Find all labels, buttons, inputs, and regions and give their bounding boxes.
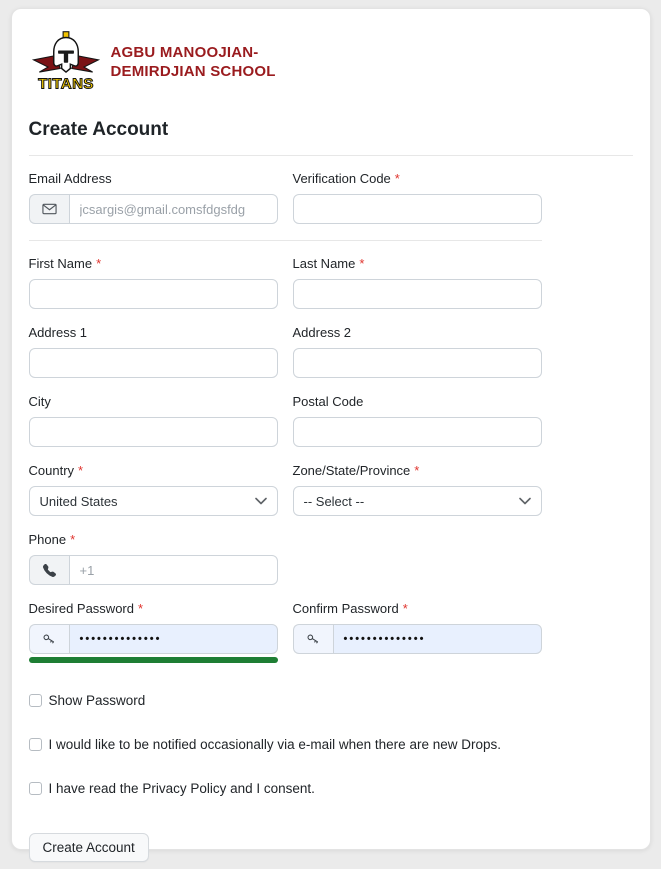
chevron-down-icon bbox=[255, 497, 267, 505]
last-name-field: Last Name* bbox=[293, 256, 542, 309]
first-name-input[interactable] bbox=[29, 279, 278, 309]
privacy-row: I have read the Privacy Policy and I con… bbox=[29, 781, 542, 797]
desired-password-input[interactable]: •••••••••••••• bbox=[69, 624, 278, 654]
country-label: Country* bbox=[29, 463, 278, 478]
address2-label: Address 2 bbox=[293, 325, 542, 340]
create-account-card: TITANS AGBU MANOOJIAN- DEMIRDJIAN SCHOOL… bbox=[11, 8, 651, 850]
notify-label: I would like to be notified occasionally… bbox=[49, 737, 501, 753]
page-title: Create Account bbox=[29, 119, 633, 141]
divider-mid bbox=[29, 240, 542, 241]
address1-input[interactable] bbox=[29, 348, 278, 378]
email-label: Email Address bbox=[29, 171, 278, 186]
postal-code-label: Postal Code bbox=[293, 394, 542, 409]
address2-input[interactable] bbox=[293, 348, 542, 378]
zone-label: Zone/State/Province* bbox=[293, 463, 542, 478]
last-name-input[interactable] bbox=[293, 279, 542, 309]
email-field: Email Address bbox=[29, 171, 278, 224]
first-name-field: First Name* bbox=[29, 256, 278, 309]
first-name-label: First Name* bbox=[29, 256, 278, 271]
phone-field: Phone* bbox=[29, 532, 278, 585]
postal-code-field: Postal Code bbox=[293, 394, 542, 447]
required-asterisk: * bbox=[403, 601, 408, 616]
envelope-icon bbox=[29, 194, 69, 224]
verification-code-label: Verification Code* bbox=[293, 171, 542, 186]
key-icon bbox=[29, 624, 69, 654]
zone-select[interactable]: -- Select -- bbox=[293, 486, 542, 516]
phone-icon bbox=[29, 555, 69, 585]
titans-logo-text: TITANS bbox=[38, 76, 94, 93]
required-asterisk: * bbox=[70, 532, 75, 547]
phone-label: Phone* bbox=[29, 532, 278, 547]
confirm-password-label: Confirm Password* bbox=[293, 601, 542, 616]
confirm-password-field: Confirm Password* •••••••••••••• bbox=[293, 601, 542, 663]
verification-code-input[interactable] bbox=[293, 194, 542, 224]
required-asterisk: * bbox=[395, 171, 400, 186]
desired-password-label: Desired Password* bbox=[29, 601, 278, 616]
required-asterisk: * bbox=[359, 256, 364, 271]
zone-field: Zone/State/Province* -- Select -- bbox=[293, 463, 542, 516]
address1-field: Address 1 bbox=[29, 325, 278, 378]
privacy-label: I have read the Privacy Policy and I con… bbox=[49, 781, 315, 797]
city-label: City bbox=[29, 394, 278, 409]
email-input[interactable] bbox=[69, 194, 278, 224]
registration-form: Email Address Verification Code* bbox=[29, 171, 542, 862]
address1-label: Address 1 bbox=[29, 325, 278, 340]
password-strength-bar bbox=[29, 657, 278, 663]
last-name-label: Last Name* bbox=[293, 256, 542, 271]
show-password-row: Show Password bbox=[29, 693, 542, 709]
school-name: AGBU MANOOJIAN- DEMIRDJIAN SCHOOL bbox=[111, 43, 276, 82]
show-password-label: Show Password bbox=[49, 693, 146, 709]
country-field: Country* United States bbox=[29, 463, 278, 516]
show-password-checkbox[interactable] bbox=[29, 694, 42, 707]
chevron-down-icon bbox=[519, 497, 531, 505]
required-asterisk: * bbox=[138, 601, 143, 616]
create-account-button[interactable]: Create Account bbox=[29, 833, 149, 862]
divider-top bbox=[29, 155, 633, 156]
required-asterisk: * bbox=[96, 256, 101, 271]
desired-password-field: Desired Password* •••••••••••••• bbox=[29, 601, 278, 663]
country-select[interactable]: United States bbox=[29, 486, 278, 516]
postal-code-input[interactable] bbox=[293, 417, 542, 447]
header: TITANS AGBU MANOOJIAN- DEMIRDJIAN SCHOOL bbox=[29, 31, 633, 93]
confirm-password-input[interactable]: •••••••••••••• bbox=[333, 624, 542, 654]
privacy-checkbox[interactable] bbox=[29, 782, 42, 795]
city-input[interactable] bbox=[29, 417, 278, 447]
verification-code-field: Verification Code* bbox=[293, 171, 542, 224]
notify-row: I would like to be notified occasionally… bbox=[29, 737, 542, 753]
address2-field: Address 2 bbox=[293, 325, 542, 378]
notify-checkbox[interactable] bbox=[29, 738, 42, 751]
key-icon bbox=[293, 624, 333, 654]
required-asterisk: * bbox=[78, 463, 83, 478]
required-asterisk: * bbox=[414, 463, 419, 478]
city-field: City bbox=[29, 394, 278, 447]
privacy-policy-link[interactable]: Privacy Policy bbox=[142, 781, 226, 796]
phone-input[interactable] bbox=[69, 555, 278, 585]
titans-logo: TITANS bbox=[29, 31, 103, 93]
